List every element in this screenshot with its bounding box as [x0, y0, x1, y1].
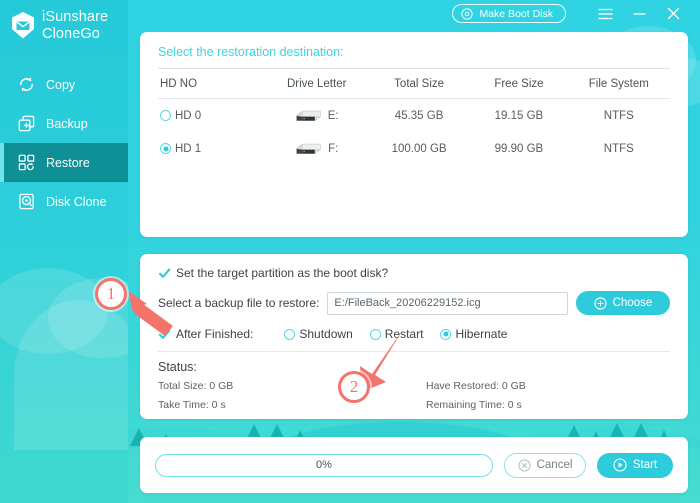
brand-text: iSunshare CloneGo [42, 9, 108, 43]
start-label: Start [632, 459, 658, 471]
footer-panel: 0% Cancel Start [140, 437, 688, 493]
make-boot-disk-button[interactable]: Make Boot Disk [452, 4, 566, 23]
column-header-total-size: Total Size [367, 69, 471, 99]
window-controls [588, 0, 690, 27]
column-header-free-size: Free Size [470, 69, 568, 99]
play-circle-icon [613, 458, 627, 472]
column-header-drive-letter: Drive Letter [265, 69, 368, 99]
cell-total-size: 45.35 GB [394, 109, 444, 122]
destination-title: Select the restoration destination: [158, 45, 344, 59]
hard-drive-icon [296, 143, 321, 154]
disk-clone-icon [19, 193, 34, 210]
column-header-file-system: File System [567, 69, 670, 99]
backup-file-row: Select a backup file to restore: Choose [158, 291, 670, 315]
progress-bar: 0% [155, 453, 493, 477]
cell-drive-letter: F: [266, 132, 368, 165]
destination-table: HD NO Drive Letter Total Size Free Size … [158, 69, 670, 165]
make-boot-disk-label: Make Boot Disk [479, 7, 553, 20]
radio-restart-label: Restart [384, 327, 424, 341]
application-window: iSunshare CloneGo Copy Backup Restore Di… [0, 0, 700, 503]
check-icon [158, 329, 171, 339]
backup-file-input[interactable] [327, 291, 568, 315]
plus-stack-icon [18, 115, 35, 132]
radio-hibernate[interactable] [440, 328, 452, 340]
radio-shutdown[interactable] [284, 328, 296, 340]
hd-no-label: HD 1 [175, 142, 202, 155]
brand-line-1: iSunshare [42, 9, 109, 25]
sidebar-nav: Copy Backup Restore Disk Clone [0, 59, 128, 221]
radio-hibernate-label: Hibernate [455, 327, 508, 341]
sidebar-item-label: Copy [46, 77, 76, 92]
status-remaining-time: Remaining Time: 0 s [426, 399, 522, 411]
brand-line-2: CloneGo [42, 26, 100, 42]
sidebar-item-label: Backup [46, 116, 88, 131]
cell-drive-letter: E: [266, 99, 368, 133]
sidebar-item-restore[interactable]: Restore [0, 143, 128, 182]
check-icon [158, 268, 171, 278]
plus-circle-icon [594, 296, 607, 310]
close-icon[interactable] [656, 0, 690, 27]
status-grid: Total Size: 0 GB Have Restored: 0 GB Tak… [158, 380, 670, 411]
disc-icon [461, 7, 474, 20]
status-title: Status: [158, 360, 197, 374]
restore-blocks-icon [18, 154, 35, 171]
boot-disk-checkbox-row[interactable]: Set the target partition as the boot dis… [158, 266, 670, 280]
options-panel: Set the target partition as the boot dis… [140, 254, 688, 419]
radio-option-shutdown[interactable]: Shutdown [284, 327, 353, 341]
divider [158, 351, 670, 352]
status-take-time: Take Time: 0 s [158, 399, 226, 411]
choose-label: Choose [612, 297, 653, 309]
drive-letter-label: F: [328, 142, 339, 155]
drive-letter-label: E: [327, 109, 339, 122]
cancel-label: Cancel [536, 459, 573, 471]
start-button[interactable]: Start [597, 452, 673, 478]
radio-shutdown-label: Shutdown [299, 327, 353, 341]
backup-file-label: Select a backup file to restore: [158, 296, 320, 310]
status-have-restored: Have Restored: 0 GB [426, 380, 526, 392]
radio-restart[interactable] [369, 328, 381, 340]
brand: iSunshare CloneGo [0, 0, 128, 43]
hamburger-menu-icon[interactable] [588, 0, 622, 27]
after-finished-row: After Finished: Shutdown Restart Hiberna… [158, 327, 670, 341]
sidebar-cloud [14, 300, 128, 450]
cell-hd-no: HD 0 [158, 99, 266, 133]
radio-option-restart[interactable]: Restart [369, 327, 424, 341]
cell-total-size: 100.00 GB [391, 142, 447, 155]
boot-disk-checkbox-label: Set the target partition as the boot dis… [176, 266, 389, 280]
hard-drive-icon [296, 110, 321, 121]
radio-option-hibernate[interactable]: Hibernate [440, 327, 507, 341]
boot-disk-checkbox[interactable] [158, 266, 171, 280]
cell-file-system: NTFS [603, 109, 634, 122]
table-header-row: HD NO Drive Letter Total Size Free Size … [158, 69, 670, 99]
after-finished-checkbox[interactable] [158, 327, 171, 341]
radio-hd-1[interactable] [160, 143, 171, 154]
shield-logo-icon [12, 12, 34, 39]
cell-free-size: 19.15 GB [494, 109, 544, 122]
minimize-icon[interactable] [622, 0, 656, 27]
refresh-circle-icon [20, 77, 33, 92]
hd-no-label: HD 0 [175, 109, 202, 122]
x-circle-icon [518, 458, 531, 472]
sidebar-item-disk-clone[interactable]: Disk Clone [0, 182, 128, 221]
after-finished-label: After Finished: [176, 327, 254, 341]
column-header-hd-no: HD NO [158, 69, 266, 99]
destination-panel: Select the restoration destination: HD N… [140, 32, 688, 237]
sidebar-item-backup[interactable]: Backup [0, 104, 128, 143]
table-row[interactable]: HD 1 F: 100.00 GB 99.90 GB NTFS [158, 132, 670, 165]
radio-hd-0[interactable] [160, 110, 171, 121]
choose-button[interactable]: Choose [576, 291, 670, 315]
cell-hd-no: HD 1 [158, 132, 266, 165]
table-row[interactable]: HD 0 E: 45.35 GB 19.15 GB NTFS [158, 99, 670, 133]
progress-label: 0% [316, 459, 332, 471]
sidebar-item-label: Disk Clone [46, 194, 107, 209]
status-total-size: Total Size: 0 GB [158, 380, 234, 392]
titlebar: Make Boot Disk [128, 0, 700, 27]
sidebar-item-label: Restore [46, 155, 90, 170]
sidebar: iSunshare CloneGo Copy Backup Restore Di… [0, 0, 128, 503]
sidebar-item-copy[interactable]: Copy [0, 65, 128, 104]
cell-free-size: 99.90 GB [494, 142, 544, 155]
cancel-button[interactable]: Cancel [504, 452, 586, 478]
cell-file-system: NTFS [603, 142, 634, 155]
